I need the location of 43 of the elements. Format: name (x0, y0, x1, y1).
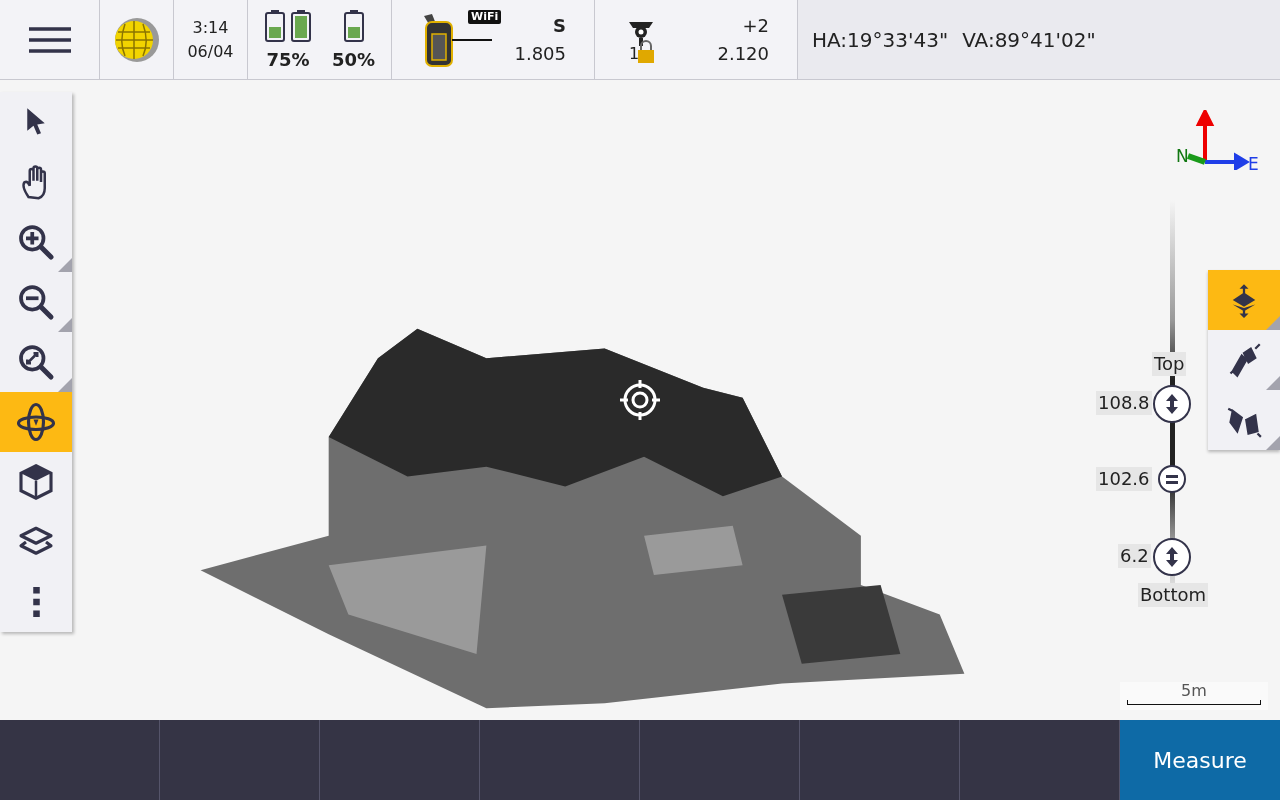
instrument-height: 1.805 (514, 41, 566, 66)
angle-reading: HA:19°33'43" (812, 27, 949, 52)
top-handle[interactable] (1153, 385, 1191, 423)
top-value: 108.8 (1096, 391, 1152, 415)
middle-value: 102.6 (1096, 467, 1152, 491)
clip-mode-button[interactable] (1208, 270, 1280, 330)
equals-icon (1166, 474, 1178, 484)
bottom-value: 6.2 (1118, 544, 1151, 568)
cube-icon (16, 462, 56, 502)
up-down-arrow-icon (1166, 547, 1178, 567)
target-height: 2.120 (717, 41, 769, 66)
crosshair-icon (620, 380, 660, 420)
globe-icon (113, 16, 160, 63)
orbit-icon (16, 402, 56, 442)
date-text: 06/04 (187, 40, 234, 63)
submenu-indicator-icon (1266, 436, 1280, 450)
up-down-arrow-icon (1166, 394, 1178, 414)
north-label: N (1176, 146, 1189, 166)
menu-icon (28, 25, 71, 54)
submenu-indicator-icon (1266, 316, 1280, 330)
more-icon (32, 587, 40, 617)
bottom-handle[interactable] (1153, 538, 1191, 576)
east-label: E (1248, 154, 1259, 170)
prism-number: 1 (629, 44, 640, 63)
angle-reading: VA:89°41'02" (962, 27, 1096, 52)
mode-text: S (553, 13, 566, 38)
battery-percent: 50% (331, 49, 376, 70)
submenu-indicator-icon (1266, 376, 1280, 390)
zoom-extents-icon (16, 342, 56, 382)
prism-offset: +2 (742, 13, 769, 38)
scale-bar: 5m (1120, 682, 1268, 710)
zoom-in-icon (16, 222, 56, 262)
toolbar-button[interactable] (0, 392, 72, 452)
time-text: 3:14 (192, 16, 229, 39)
zoom-out-icon (16, 282, 56, 322)
top-label: Top (1152, 352, 1187, 376)
middle-handle[interactable] (1158, 465, 1186, 493)
battery-percent: 75% (266, 49, 310, 70)
wifi-badge: WiFi (468, 10, 502, 24)
battery-icon (263, 9, 312, 43)
measure-button[interactable]: Measure (1120, 720, 1280, 800)
battery-icon (342, 9, 365, 43)
bottom-label: Bottom (1138, 583, 1209, 607)
